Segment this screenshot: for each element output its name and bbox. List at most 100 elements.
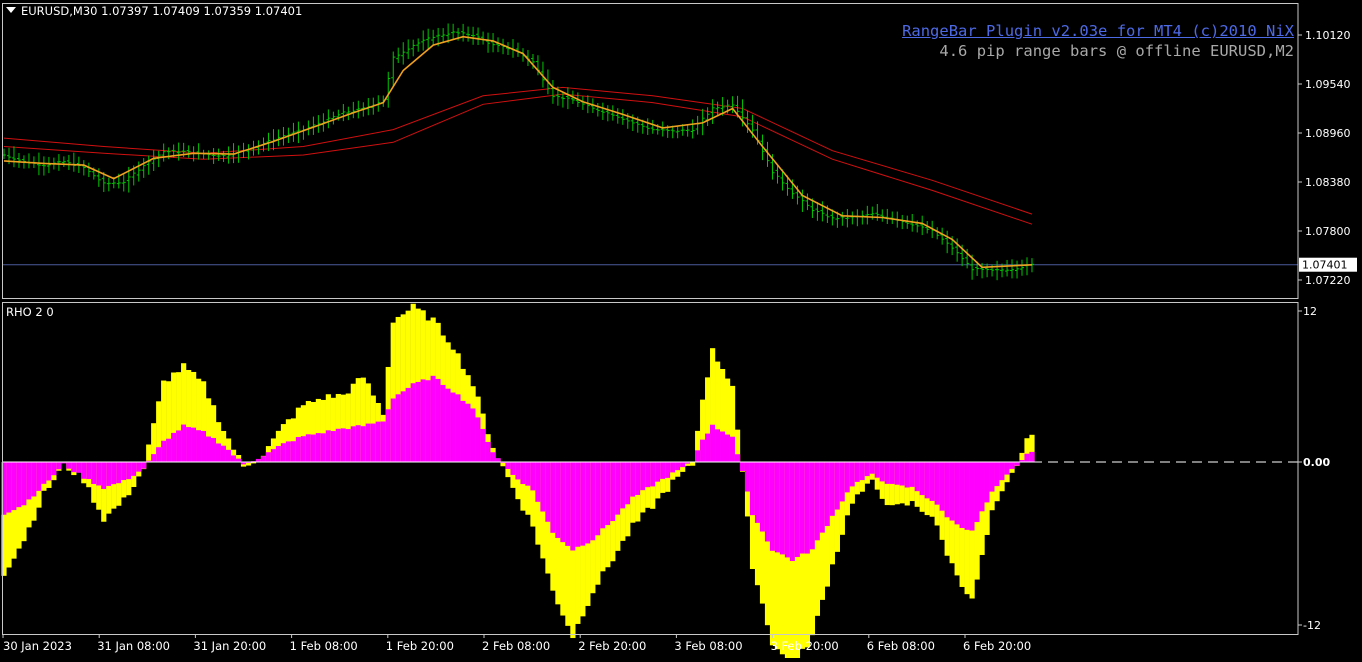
rho-inner-bar <box>800 462 805 554</box>
rho-inner-bar <box>46 462 51 481</box>
rho-inner-bar <box>156 447 161 462</box>
rho-inner-bar <box>555 462 560 538</box>
rho-inner-bar <box>955 462 960 524</box>
rho-inner-bar <box>151 454 156 462</box>
rho-inner-bar <box>725 435 730 462</box>
rho-inner-bar <box>915 462 920 491</box>
rho-inner-bar <box>436 379 441 462</box>
rho-inner-bar <box>860 462 865 480</box>
rho-inner-bar <box>1029 452 1034 462</box>
rho-inner-bar <box>206 437 211 462</box>
time-tick-label: 31 Jan 08:00 <box>97 639 170 653</box>
rho-inner-bar <box>76 462 81 473</box>
rho-inner-bar <box>515 462 520 479</box>
rho-inner-bar <box>805 462 810 554</box>
rho-inner-bar <box>920 462 925 495</box>
rho-inner-bar <box>735 454 740 462</box>
rho-inner-bar <box>485 442 490 462</box>
rho-inner-bar <box>361 426 366 462</box>
rho-inner-bar <box>311 435 316 462</box>
rho-inner-bar <box>670 462 675 472</box>
rho-inner-bar <box>96 462 101 485</box>
rho-inner-bar <box>630 462 635 497</box>
rho-inner-bar <box>426 380 431 462</box>
rho-inner-bar <box>505 462 510 469</box>
rho-inner-bar <box>545 462 550 522</box>
rho-inner-bar <box>625 462 630 504</box>
rho-inner-bar <box>281 443 286 462</box>
chart-window: 1.101201.095401.089601.083801.078001.072… <box>0 0 1362 658</box>
rho-inner-bar <box>695 450 700 462</box>
rho-inner-bar <box>590 462 595 540</box>
rho-inner-bar <box>880 462 885 481</box>
chart-canvas[interactable]: 1.101201.095401.089601.083801.078001.072… <box>0 0 1362 658</box>
rho-outer-bar <box>690 462 695 466</box>
rho-inner-bar <box>391 399 396 462</box>
rho-inner-bar <box>26 462 31 499</box>
rho-inner-bar <box>416 382 421 462</box>
rho-inner-bar <box>945 462 950 517</box>
rho-inner-bar <box>490 452 495 462</box>
indicator-tick-label: 12 <box>1303 305 1317 318</box>
rho-inner-bar <box>86 462 91 479</box>
rho-inner-bar <box>466 404 471 462</box>
rho-inner-bar <box>970 462 975 531</box>
rho-inner-bar <box>336 429 341 462</box>
rho-inner-bar <box>136 462 141 472</box>
rho-inner-bar <box>101 462 106 489</box>
rho-inner-bar <box>166 439 171 462</box>
rho-inner-bar <box>785 462 790 557</box>
rho-inner-bar <box>321 433 326 462</box>
ma-slow-line <box>4 87 1032 214</box>
rho-inner-bar <box>106 462 111 486</box>
rho-inner-bar <box>605 462 610 525</box>
rho-inner-bar <box>470 408 475 462</box>
rho-inner-bar <box>820 462 825 533</box>
rho-inner-bar <box>755 462 760 523</box>
rho-inner-bar <box>870 462 875 474</box>
price-tick-label: 1.09540 <box>1305 78 1351 91</box>
dropdown-triangle-icon[interactable] <box>6 7 16 13</box>
rho-inner-bar <box>750 462 755 515</box>
plugin-subtitle: 4.6 pip range bars @ offline EURUSD,M2 <box>939 42 1294 60</box>
rho-inner-bar <box>441 385 446 462</box>
rho-inner-bar <box>540 462 545 512</box>
rho-inner-bar <box>940 462 945 511</box>
rho-inner-bar <box>261 456 266 462</box>
rho-inner-bar <box>600 462 605 528</box>
time-tick-label: 3 Feb 08:00 <box>674 639 742 653</box>
rho-inner-bar <box>850 462 855 486</box>
rho-inner-bar <box>715 429 720 462</box>
rho-inner-bar <box>810 462 815 549</box>
rho-inner-bar <box>31 462 36 496</box>
rho-inner-bar <box>91 462 96 484</box>
rho-inner-bar <box>765 462 770 541</box>
rho-inner-bar <box>510 462 515 475</box>
rho-inner-bar <box>366 424 371 462</box>
rho-inner-bar <box>665 462 670 478</box>
rho-inner-bar <box>845 462 850 492</box>
price-tick-label: 1.07800 <box>1305 225 1351 238</box>
rho-inner-bar <box>396 394 401 462</box>
rho-inner-bar <box>710 425 715 462</box>
rho-inner-bar <box>795 462 800 557</box>
rho-inner-bar <box>570 462 575 550</box>
rho-inner-bar <box>855 462 860 482</box>
time-tick-label: 30 Jan 2023 <box>3 639 72 653</box>
rho-inner-bar <box>211 438 216 462</box>
rho-inner-bar <box>775 462 780 552</box>
rho-inner-bar <box>181 425 186 462</box>
rho-inner-bar <box>121 462 126 480</box>
rho-inner-bar <box>975 462 980 522</box>
rho-inner-bar <box>186 427 191 462</box>
rho-inner-bar <box>371 424 376 462</box>
rho-inner-bar <box>935 462 940 505</box>
rho-inner-bar <box>341 428 346 462</box>
rho-inner-bar <box>456 394 461 462</box>
rho-inner-bar <box>885 462 890 484</box>
rho-inner-bar <box>495 458 500 462</box>
rho-inner-bar <box>720 432 725 462</box>
rho-inner-bar <box>221 446 226 462</box>
rho-inner-bar <box>770 462 775 551</box>
rho-inner-bar <box>999 462 1004 480</box>
